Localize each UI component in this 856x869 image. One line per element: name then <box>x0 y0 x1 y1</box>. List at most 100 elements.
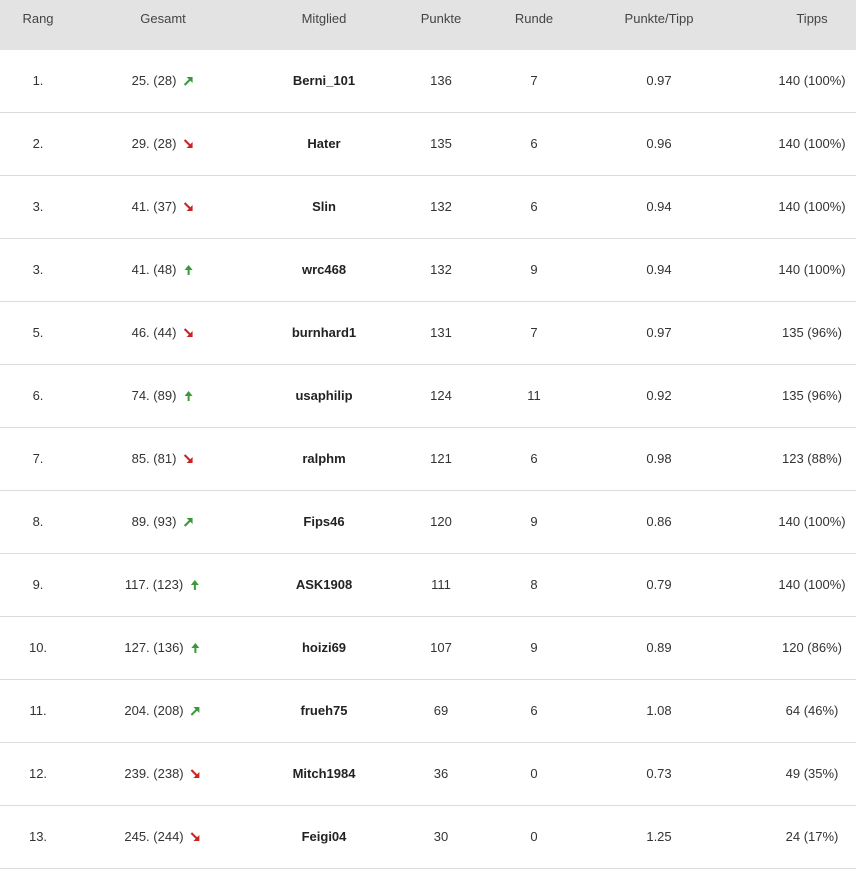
gesamt-value: 74. (89) <box>131 388 177 403</box>
table-row: 6. 74. (89) usaphilip 124 11 0.92 135 (96%) <box>0 365 856 428</box>
gesamt-value: 204. (208) <box>124 703 184 718</box>
cell-rang: 7. <box>32 451 44 466</box>
gesamt-value: 41. (48) <box>131 262 177 277</box>
table-row: 10. 127. (136) hoizi69 107 9 0.89 120 (86%) <box>0 617 856 680</box>
cell-rang: 10. <box>28 640 48 655</box>
down-right-icon <box>190 831 202 843</box>
up-icon <box>190 642 202 654</box>
gesamt-value: 25. (28) <box>131 73 177 88</box>
cell-punkte-tipp: 1.08 <box>646 703 672 718</box>
cell-runde: 7 <box>530 325 538 340</box>
down-right-icon <box>190 768 202 780</box>
cell-tipps: 64 (46%) <box>785 703 839 718</box>
cell-rang: 8. <box>32 514 44 529</box>
member-link[interactable]: Mitch1984 <box>293 766 356 781</box>
gesamt-value: 127. (136) <box>124 640 184 655</box>
cell-rang: 13. <box>28 829 48 844</box>
member-link[interactable]: Slin <box>312 199 336 214</box>
cell-gesamt: 25. (28) <box>132 73 195 88</box>
member-link[interactable]: ASK1908 <box>296 577 352 592</box>
cell-punkte-tipp: 0.89 <box>646 640 672 655</box>
down-right-icon <box>182 201 194 213</box>
cell-runde: 6 <box>530 451 538 466</box>
member-link[interactable]: wrc468 <box>302 262 346 277</box>
member-link[interactable]: Fips46 <box>303 514 344 529</box>
cell-punkte-tipp: 0.97 <box>646 325 672 340</box>
cell-tipps: 120 (86%) <box>782 640 842 655</box>
cell-gesamt: 117. (123) <box>125 577 201 592</box>
cell-punkte: 132 <box>430 199 452 214</box>
table-row: 5. 46. (44) burnhard1 131 7 0.97 135 (96%) <box>0 302 856 365</box>
member-link[interactable]: frueh75 <box>301 703 348 718</box>
header-tipps[interactable]: Tipps <box>796 11 827 26</box>
cell-gesamt: 204. (208) <box>124 703 201 718</box>
gesamt-value: 245. (244) <box>124 829 184 844</box>
gesamt-value: 89. (93) <box>131 514 177 529</box>
cell-gesamt: 127. (136) <box>124 640 201 655</box>
header-punkte[interactable]: Punkte <box>421 11 461 26</box>
member-link[interactable]: Feigi04 <box>302 829 347 844</box>
cell-tipps: 140 (100%) <box>778 577 846 592</box>
member-link[interactable]: burnhard1 <box>292 325 356 340</box>
cell-rang: 5. <box>32 325 44 340</box>
cell-punkte: 120 <box>430 514 452 529</box>
cell-gesamt: 29. (28) <box>132 136 195 151</box>
cell-gesamt: 74. (89) <box>132 388 195 403</box>
cell-runde: 8 <box>530 577 538 592</box>
cell-runde: 7 <box>530 73 538 88</box>
cell-tipps: 123 (88%) <box>782 451 842 466</box>
cell-punkte: 136 <box>430 73 452 88</box>
cell-punkte: 124 <box>430 388 452 403</box>
gesamt-value: 85. (81) <box>131 451 177 466</box>
table-row: 12. 239. (238) Mitch1984 36 0 0.73 49 (35%) <box>0 743 856 806</box>
cell-rang: 9. <box>32 577 44 592</box>
gesamt-value: 46. (44) <box>131 325 177 340</box>
table-row: 13. 245. (244) Feigi04 30 0 1.25 24 (17%) <box>0 806 856 869</box>
cell-punkte: 131 <box>430 325 452 340</box>
cell-gesamt: 85. (81) <box>132 451 195 466</box>
table-header: Rang Gesamt Mitglied Punkte Runde Punkte… <box>0 0 856 50</box>
table-row: 7. 85. (81) ralphm 121 6 0.98 123 (88%) <box>0 428 856 491</box>
cell-punkte-tipp: 1.25 <box>646 829 672 844</box>
cell-rang: 11. <box>29 703 47 718</box>
header-runde[interactable]: Runde <box>515 11 553 26</box>
cell-runde: 9 <box>530 640 538 655</box>
cell-tipps: 140 (100%) <box>778 262 846 277</box>
table-row: 9. 117. (123) ASK1908 111 8 0.79 140 (100%) <box>0 554 856 617</box>
header-mitglied[interactable]: Mitglied <box>302 11 347 26</box>
gesamt-value: 117. (123) <box>124 577 184 592</box>
cell-punkte: 69 <box>433 703 449 718</box>
cell-rang: 1. <box>32 73 44 88</box>
member-link[interactable]: hoizi69 <box>302 640 346 655</box>
member-link[interactable]: ralphm <box>302 451 345 466</box>
header-gesamt[interactable]: Gesamt <box>140 11 186 26</box>
cell-runde: 6 <box>530 136 538 151</box>
member-link[interactable]: Hater <box>307 136 340 151</box>
cell-punkte: 36 <box>433 766 449 781</box>
member-link[interactable]: Berni_101 <box>293 73 355 88</box>
cell-tipps: 49 (35%) <box>785 766 839 781</box>
header-rang[interactable]: Rang <box>22 11 53 26</box>
up-icon <box>189 579 201 591</box>
cell-tipps: 140 (100%) <box>778 199 846 214</box>
cell-punkte: 107 <box>430 640 452 655</box>
cell-runde: 6 <box>530 199 538 214</box>
cell-gesamt: 89. (93) <box>132 514 195 529</box>
cell-punkte-tipp: 0.94 <box>646 199 672 214</box>
table-row: 11. 204. (208) frueh75 69 6 1.08 64 (46%) <box>0 680 856 743</box>
cell-punkte-tipp: 0.92 <box>646 388 672 403</box>
member-link[interactable]: usaphilip <box>295 388 352 403</box>
table-row: 1. 25. (28) Berni_101 136 7 0.97 140 (100%) <box>0 50 856 113</box>
up-right-icon <box>182 75 194 87</box>
cell-rang: 3. <box>32 199 44 214</box>
gesamt-value: 41. (37) <box>131 199 177 214</box>
cell-punkte-tipp: 0.98 <box>646 451 672 466</box>
header-punkte-tipp[interactable]: Punkte/Tipp <box>625 11 694 26</box>
cell-runde: 11 <box>527 388 541 403</box>
gesamt-value: 29. (28) <box>131 136 177 151</box>
cell-runde: 9 <box>530 514 538 529</box>
table-row: 3. 41. (48) wrc468 132 9 0.94 140 (100%) <box>0 239 856 302</box>
cell-tipps: 140 (100%) <box>778 73 846 88</box>
cell-punkte: 111 <box>431 577 451 592</box>
ranking-table: Rang Gesamt Mitglied Punkte Runde Punkte… <box>0 0 856 869</box>
